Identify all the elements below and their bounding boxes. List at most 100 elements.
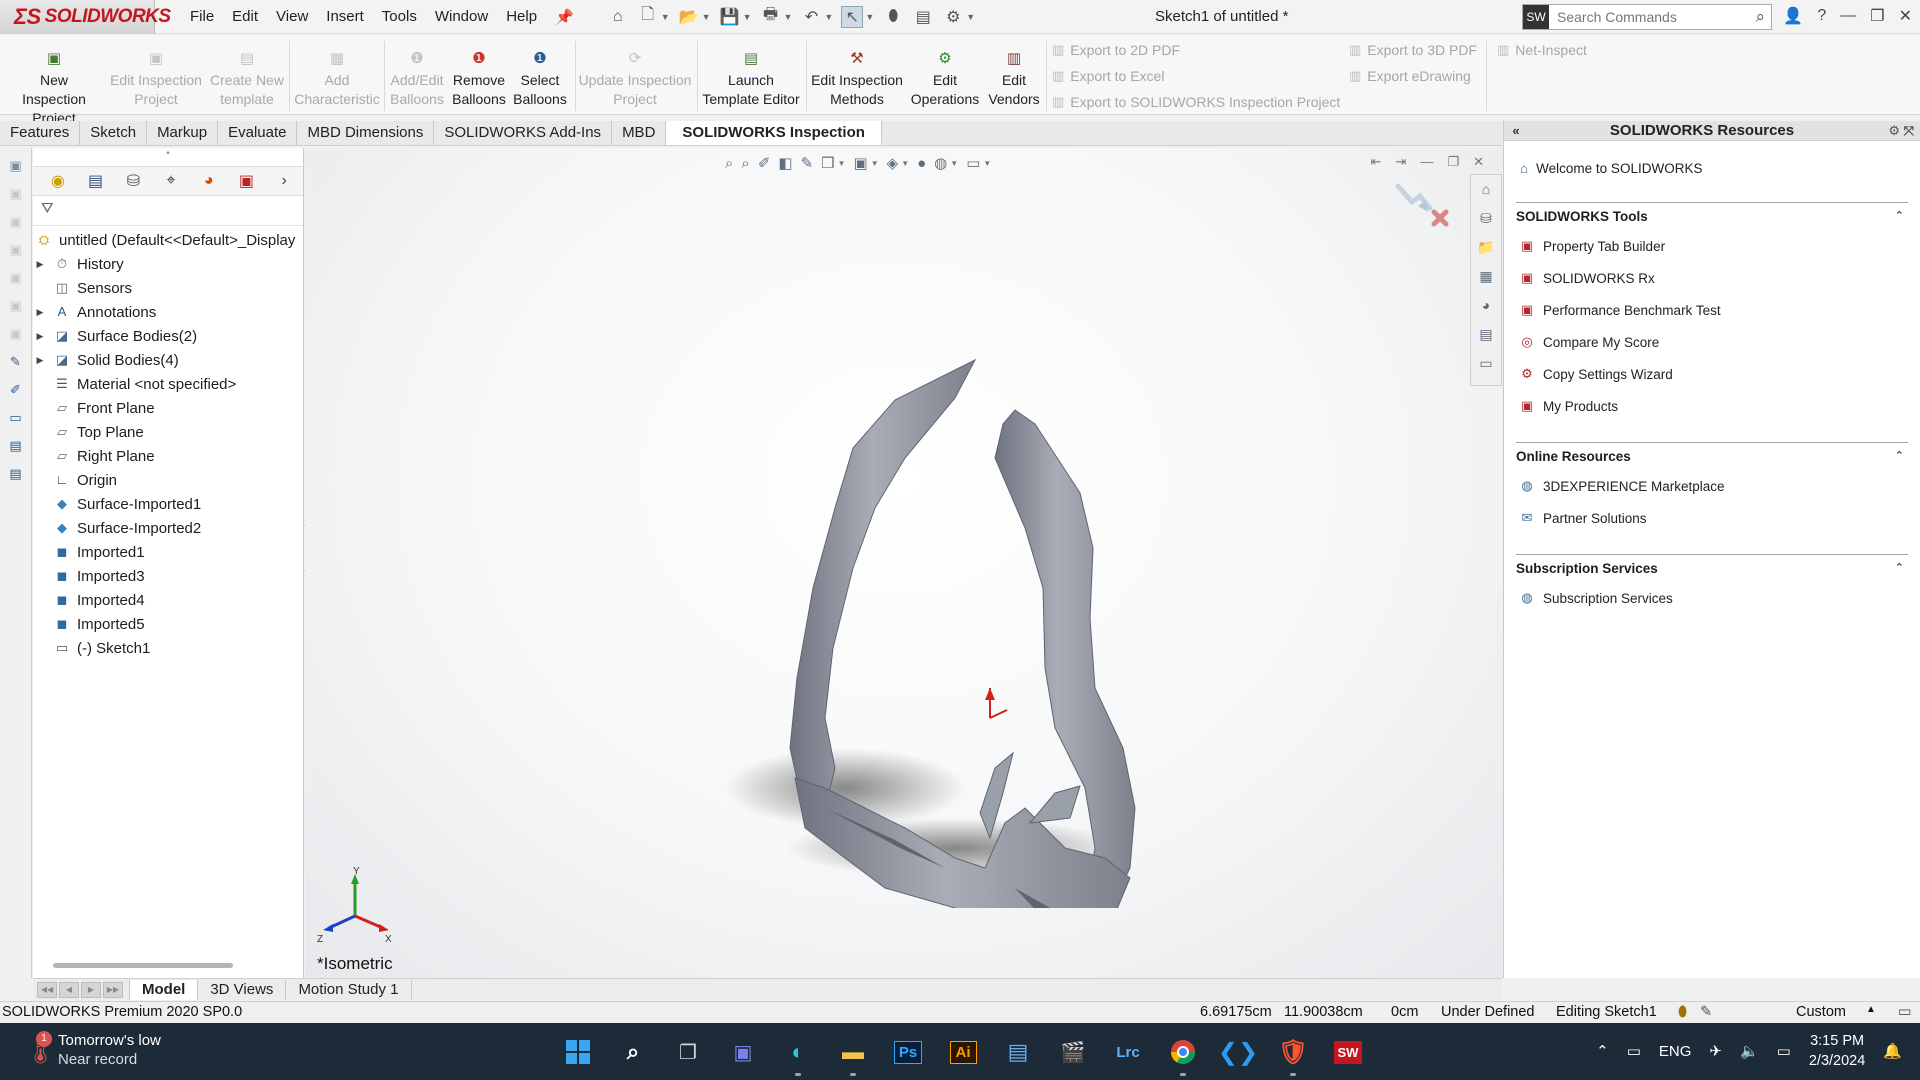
solidworks-taskbar-icon[interactable]: SW xyxy=(1326,1032,1370,1072)
expand-arrow-icon[interactable]: ▶ xyxy=(33,355,47,366)
edge-icon[interactable]: ◐ xyxy=(776,1032,820,1076)
remove-balloons-button[interactable]: ❶ Remove Balloons xyxy=(450,49,508,109)
menu-window[interactable]: Window xyxy=(426,8,497,26)
property-manager-icon[interactable]: ▤ xyxy=(77,171,115,191)
file-explorer-icon[interactable]: 📁 xyxy=(1471,233,1501,262)
solidworks-logo[interactable]: ƩS SOLIDWORKS xyxy=(0,0,171,34)
resource-link-3dexperience-marketplace[interactable]: ◍ 3DEXPERIENCE Marketplace xyxy=(1518,476,1908,496)
pin-pane-icon[interactable]: ⤧ xyxy=(1904,123,1914,138)
unit-system[interactable]: Custom xyxy=(1796,1004,1846,1020)
rail-copy-icon[interactable]: ▤ xyxy=(6,466,26,484)
rail-tool-icon[interactable]: ▣ xyxy=(6,326,26,344)
resource-link-subscription-services[interactable]: ◍ Subscription Services xyxy=(1518,588,1908,608)
tree-item-origin[interactable]: ∟ Origin xyxy=(33,468,303,492)
minimize-icon[interactable]: — xyxy=(1840,7,1856,25)
section-header[interactable]: Subscription Services ⌃ xyxy=(1516,554,1908,576)
restore-icon[interactable]: ❐ xyxy=(1870,6,1884,26)
pane-settings-icon[interactable]: ⚙ xyxy=(1888,123,1900,138)
tree-item-surface-bodies-2[interactable]: ▶ ◪ Surface Bodies(2) xyxy=(33,324,303,348)
resource-link-copy-settings-wizard[interactable]: ⚙ Copy Settings Wizard xyxy=(1518,364,1908,384)
exit-sketch-icon[interactable] xyxy=(1395,183,1433,212)
save-icon[interactable]: 💾 xyxy=(719,7,741,27)
rail-tool-icon[interactable]: ▣ xyxy=(6,270,26,288)
net-inspect-button[interactable]: ▥ Net-Inspect xyxy=(1497,42,1587,58)
reference-triad[interactable]: Y X Z xyxy=(315,866,395,946)
tree-item-material-not-specified[interactable]: ☰ Material <not specified> xyxy=(33,372,303,396)
collapse-chevron-icon[interactable]: ⌃ xyxy=(1895,209,1904,224)
volume-icon[interactable]: 🔈 xyxy=(1740,1042,1759,1060)
search-icon[interactable]: ⌕ xyxy=(611,1032,655,1072)
appearances-icon[interactable]: ◕ xyxy=(1471,291,1501,320)
network-icon[interactable]: ✈ xyxy=(1709,1042,1722,1060)
resource-link-solidworks-rx[interactable]: ▣ SOLIDWORKS Rx xyxy=(1518,268,1908,288)
expand-arrow-icon[interactable]: ▶ xyxy=(33,331,47,342)
tab-sketch[interactable]: Sketch xyxy=(80,121,148,145)
add-characteristic-button[interactable]: ▦ Add Characteristic xyxy=(294,49,380,109)
chevron-right-icon[interactable]: › xyxy=(265,172,303,190)
collapse-pane-icon[interactable]: « xyxy=(1504,123,1528,138)
tab-motion-study[interactable]: Motion Study 1 xyxy=(285,979,412,1000)
menu-file[interactable]: File xyxy=(181,8,223,26)
display-style-icon[interactable]: ▣ xyxy=(854,154,868,172)
viewport-minimize-icon[interactable]: — xyxy=(1420,154,1433,170)
tab-3d-views[interactable]: 3D Views xyxy=(197,979,285,1000)
tree-item-surface-imported2[interactable]: ◆ Surface-Imported2 xyxy=(33,516,303,540)
tab-mbd-dimensions[interactable]: MBD Dimensions xyxy=(297,121,435,145)
menu-help[interactable]: Help xyxy=(497,8,546,26)
clock[interactable]: 3:15 PM 2/3/2024 xyxy=(1809,1031,1865,1071)
previous-view-icon[interactable]: ✐ xyxy=(758,154,771,172)
language-indicator[interactable]: ENG xyxy=(1659,1043,1692,1060)
cancel-sketch-icon[interactable] xyxy=(1431,209,1449,227)
rail-sketch-icon[interactable]: ✐ xyxy=(6,382,26,400)
task-view-icon[interactable]: ❐ xyxy=(666,1032,710,1072)
battery-icon[interactable]: ▭ xyxy=(1777,1042,1791,1060)
resource-link-performance-benchmark-test[interactable]: ▣ Performance Benchmark Test xyxy=(1518,300,1908,320)
menu-tools[interactable]: Tools xyxy=(373,8,426,26)
resources-home-icon[interactable]: ⌂ xyxy=(1471,175,1501,204)
resource-link-property-tab-builder[interactable]: ▣ Property Tab Builder xyxy=(1518,236,1908,256)
options-gear-icon[interactable]: ⚙ xyxy=(942,7,964,27)
export-3d-pdf-button[interactable]: ▥ Export to 3D PDF xyxy=(1349,42,1477,58)
tab-markup[interactable]: Markup xyxy=(147,121,219,145)
view-orientation-icon[interactable]: ❒ xyxy=(821,154,834,172)
feature-manager-icon[interactable]: ◉ xyxy=(39,171,77,191)
solidworks-search-icon[interactable]: SW xyxy=(1523,5,1549,29)
viewport-close-icon[interactable]: ✕ xyxy=(1473,154,1484,170)
tree-item-sensors[interactable]: ◫ Sensors xyxy=(33,276,303,300)
cam-manager-icon[interactable]: ▣ xyxy=(228,171,266,191)
section-view-icon[interactable]: ◧ xyxy=(778,154,792,172)
select-icon[interactable]: ↖ xyxy=(841,5,864,28)
tree-item-right-plane[interactable]: ▱ Right Plane xyxy=(33,444,303,468)
display-manager-icon[interactable]: ◕ xyxy=(190,172,228,190)
expand-arrow-icon[interactable]: ▶ xyxy=(33,307,47,318)
section-header[interactable]: SOLIDWORKS Tools ⌃ xyxy=(1516,202,1908,224)
photoshop-icon[interactable]: Ps xyxy=(886,1032,930,1072)
rail-layers-icon[interactable]: ▤ xyxy=(6,438,26,456)
tree-item-imported1[interactable]: ◼ Imported1 xyxy=(33,540,303,564)
brave-icon[interactable]: 🛡 xyxy=(1271,1032,1315,1076)
rebuild-icon[interactable]: ⬮ xyxy=(1678,1004,1687,1020)
design-library-icon[interactable]: ⛁ xyxy=(1471,204,1501,233)
lightroom-classic-icon[interactable]: Lrc xyxy=(1106,1032,1150,1072)
rail-edit-icon[interactable]: ✎ xyxy=(6,354,26,372)
sketch-relations-icon[interactable]: ✎ xyxy=(1700,1004,1712,1020)
export-excel-button[interactable]: ▥ Export to Excel xyxy=(1052,68,1164,84)
tab-features[interactable]: Features xyxy=(0,121,81,145)
zoom-to-area-icon[interactable]: ⌕ xyxy=(741,155,749,172)
welcome-link[interactable]: ⌂ Welcome to SOLIDWORKS xyxy=(1520,161,1920,176)
3d-model-glasses-frame[interactable] xyxy=(685,248,1185,908)
tree-item-imported3[interactable]: ◼ Imported3 xyxy=(33,564,303,588)
tab-solidworks-add-ins[interactable]: SOLIDWORKS Add-Ins xyxy=(434,121,613,145)
edit-inspection-methods-button[interactable]: ⚒ Edit Inspection Methods xyxy=(808,49,906,109)
update-inspection-project-button[interactable]: ⟳ Update Inspection Project xyxy=(578,49,692,109)
export-edrawing-button[interactable]: ▥ Export eDrawing xyxy=(1349,68,1471,84)
illustrator-icon[interactable]: Ai xyxy=(941,1032,985,1072)
create-new-template-button[interactable]: ▤ Create New template xyxy=(208,49,286,109)
edit-appearance-icon[interactable]: ● xyxy=(917,155,926,172)
horizontal-scrollbar[interactable] xyxy=(53,963,233,968)
hide-show-items-icon[interactable]: ◈ xyxy=(887,154,899,172)
tab-solidworks-inspection[interactable]: SOLIDWORKS Inspection xyxy=(666,121,882,145)
section-header[interactable]: Online Resources ⌃ xyxy=(1516,442,1908,464)
menu-view[interactable]: View xyxy=(267,8,317,26)
dynamic-annotation-icon[interactable]: ✎ xyxy=(801,154,814,172)
